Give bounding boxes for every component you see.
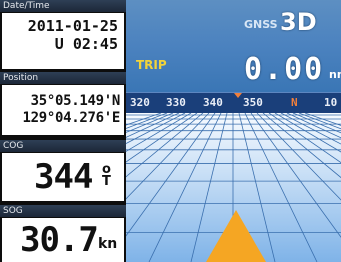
compass-tick: 340 — [203, 96, 223, 109]
data-column: Date/Time 2011-01-25 U 02:45 Position 35… — [0, 0, 126, 262]
compass-north-tick: N — [291, 96, 298, 109]
trip-value: 0.00 — [244, 52, 325, 87]
cog-unit: o T — [102, 163, 111, 189]
sog-header: SOG — [0, 205, 126, 217]
highway-view: GNSS 3D TRIP 0.00 nm 320 330 340 350 N 1… — [126, 0, 341, 262]
sog-panel: 30.7 kn — [2, 218, 124, 262]
compass-tick: 330 — [166, 96, 186, 109]
sog-value: 30.7 — [20, 220, 99, 260]
position-panel: 35°05.149'N 129°04.276'E — [2, 85, 124, 135]
gnss-fix-value: 3D — [280, 8, 317, 36]
pointer-triangle-icon — [234, 93, 242, 98]
datetime-header: Date/Time — [0, 0, 126, 12]
trip-unit: nm — [329, 68, 341, 81]
compass-tape: 320 330 340 350 N 10 — [126, 92, 341, 114]
cog-unit-true: T — [102, 174, 111, 189]
cog-value: 344 — [34, 157, 93, 197]
triangle-heading-icon — [206, 210, 266, 262]
longitude-value: 129°04.276'E — [22, 110, 120, 126]
compass-tick: 350 — [243, 96, 263, 109]
compass-tick: 10 — [324, 96, 338, 109]
gnss-3d-highway-screen: Date/Time 2011-01-25 U 02:45 Position 35… — [0, 0, 341, 262]
time-value: U 02:45 — [54, 35, 118, 53]
gnss-label: GNSS — [244, 18, 278, 31]
datetime-panel: 2011-01-25 U 02:45 — [2, 13, 124, 69]
position-header: Position — [0, 72, 126, 84]
cog-header: COG — [0, 140, 126, 152]
latitude-value: 35°05.149'N — [30, 93, 121, 109]
trip-label: TRIP — [136, 58, 167, 72]
sog-unit: kn — [98, 236, 118, 252]
compass-tick: 320 — [130, 96, 150, 109]
sky-area: GNSS 3D TRIP 0.00 nm — [126, 0, 341, 92]
cog-panel: 344 o T — [2, 153, 124, 201]
date-value: 2011-01-25 — [27, 17, 118, 35]
